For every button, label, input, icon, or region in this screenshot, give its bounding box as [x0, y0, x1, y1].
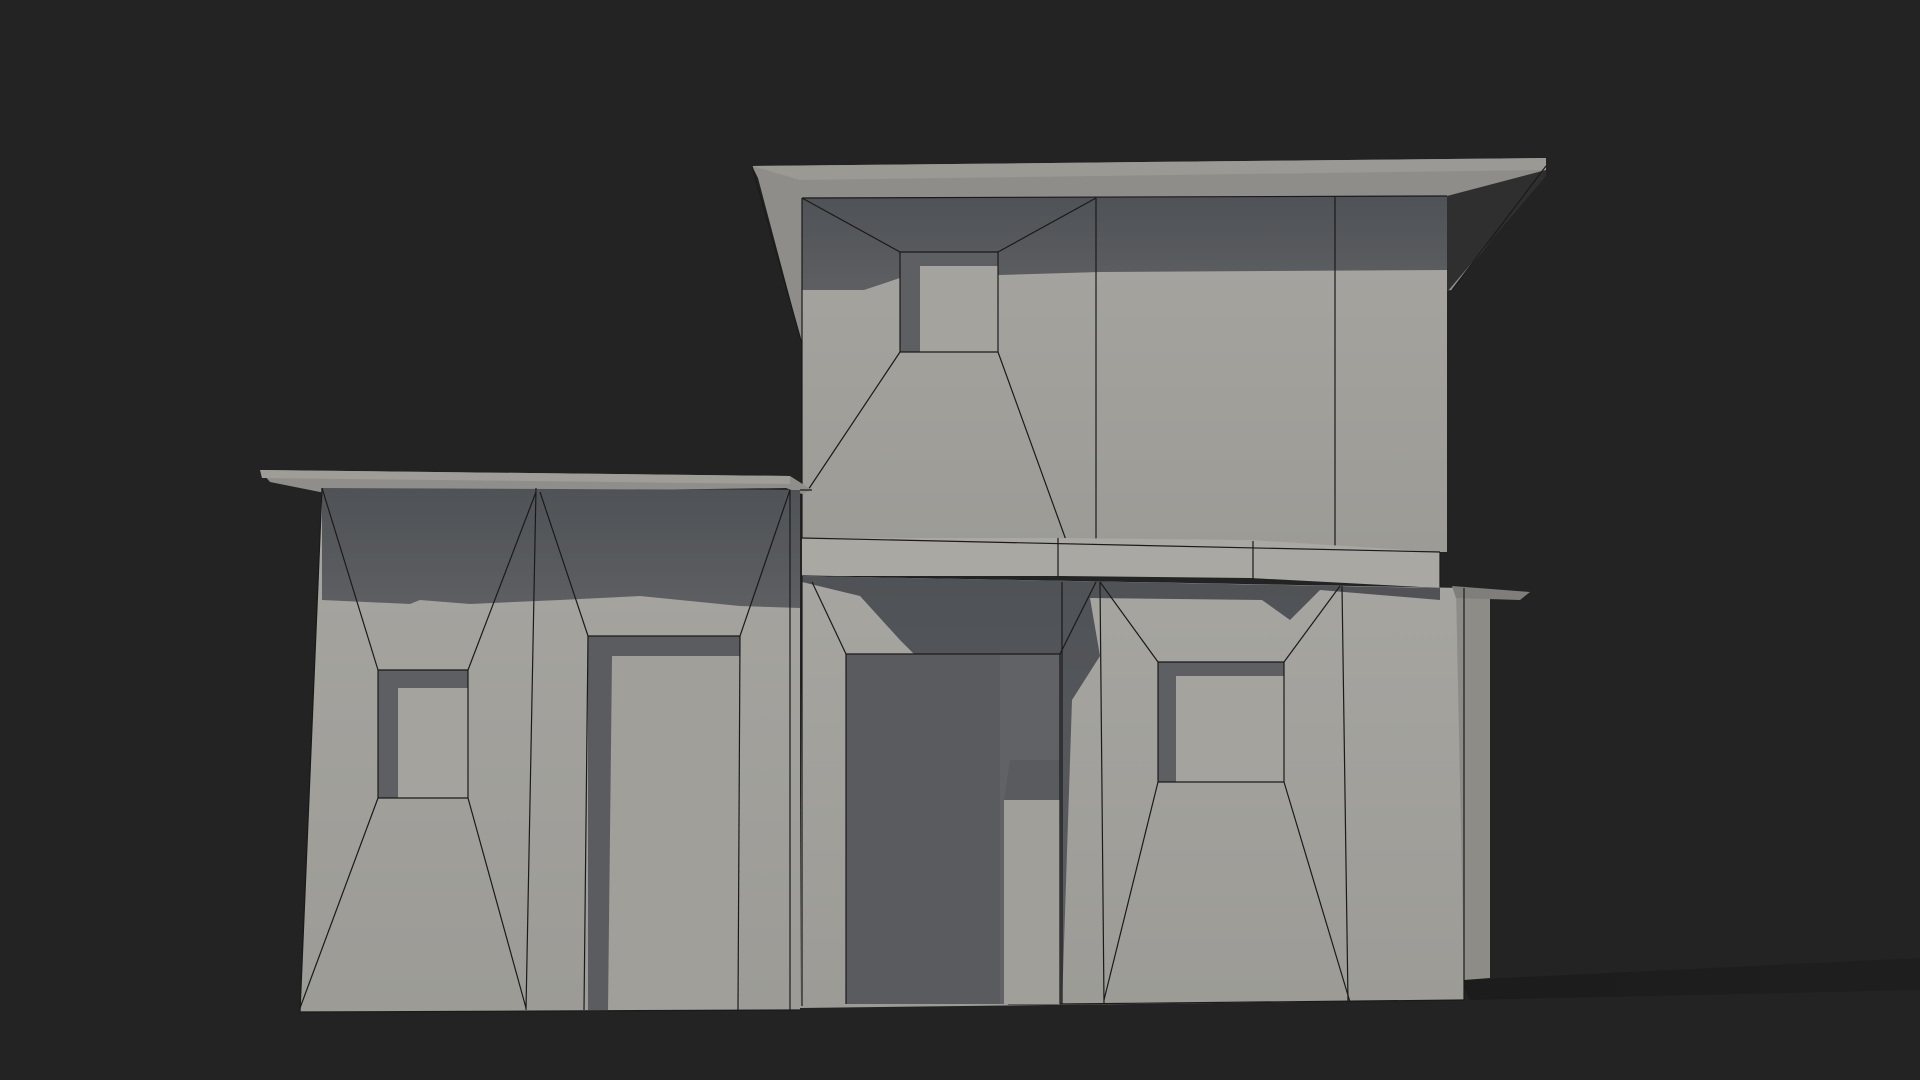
ground-shadow	[1460, 958, 1920, 1000]
left-roof-shadow	[322, 488, 800, 608]
building-render	[260, 158, 1920, 1013]
render-viewport	[0, 0, 1920, 1080]
